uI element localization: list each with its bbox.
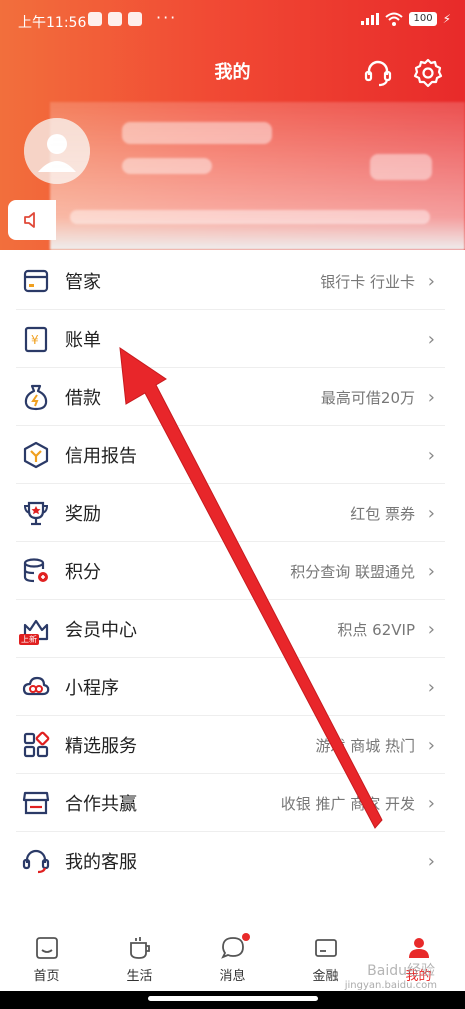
menu-item-detail: 积分查询 联盟通兑 [290,562,415,581]
menu-item-detail: 游戏 商城 热门 [315,736,415,755]
menu-item-detail: 收银 推广 商家 开发 [280,794,415,813]
chevron-right-icon: › [427,560,435,582]
signal-icon [361,13,380,25]
tab-home[interactable]: 首页 [0,925,93,991]
app-notification-icon [108,12,122,26]
cloud-icon [22,673,50,701]
menu-item-bill[interactable]: ¥ 账单 › [0,310,465,368]
menu-item-label: 会员中心 [65,620,137,641]
chevron-right-icon: › [427,386,435,408]
app-notification-icon [128,12,142,26]
shop-icon [22,789,50,817]
grid-icon [22,731,50,759]
chevron-right-icon: › [427,502,435,524]
menu-item-customer-service[interactable]: 我的客服 › [0,832,465,890]
wifi-icon [385,12,404,26]
menu-item-loan[interactable]: 借款 最高可借20万 › [0,368,465,426]
svg-text:¥: ¥ [31,333,39,347]
menu-item-butler[interactable]: 管家 银行卡 行业卡 › [0,252,465,310]
tab-label: 首页 [33,969,60,984]
chevron-right-icon: › [427,734,435,756]
settings-gear-icon[interactable] [412,57,444,89]
home-icon [35,937,58,959]
menu-item-label: 积分 [65,562,101,583]
chevron-right-icon: › [427,676,435,698]
chevron-right-icon: › [427,328,435,350]
watermark-url: jingyan.baidu.com [344,980,437,991]
points-icon [22,557,50,585]
menu-item-label: 信用报告 [65,446,137,467]
menu-item-detail: 银行卡 行业卡 [320,272,415,291]
system-nav-area [0,991,465,1009]
tab-label: 金融 [312,969,339,984]
bill-icon: ¥ [22,325,50,353]
menu-item-label: 奖励 [65,504,101,525]
battery-indicator: 100 [409,12,437,26]
menu-item-vip-center[interactable]: 上新 会员中心 积点 62VIP › [0,600,465,658]
menu-item-label: 管家 [65,272,101,293]
chevron-right-icon: › [427,850,435,872]
profile-header: 上午11:56 ··· 100 ⚡ 我的 [0,0,465,250]
menu-item-label: 借款 [65,388,101,409]
watermark: Baidu经验 [367,963,435,979]
status-bar: 上午11:56 ··· 100 ⚡ [0,8,465,34]
card-icon [22,267,50,295]
status-more-icon: ··· [156,8,178,27]
menu-item-credit-report[interactable]: 信用报告 › [0,426,465,484]
menu-list: 管家 银行卡 行业卡 › ¥ 账单 › 借款 最高可借20万 › 信用报告 › … [0,252,465,890]
speaker-icon [24,212,35,228]
menu-item-label: 合作共赢 [65,794,137,815]
tab-messages[interactable]: 消息 [186,925,279,991]
chevron-right-icon: › [427,618,435,640]
menu-item-detail: 积点 62VIP [337,620,415,639]
status-app-icons [88,12,142,26]
trophy-icon [22,499,50,527]
app-notification-icon [88,12,102,26]
menu-item-rewards[interactable]: 奖励 红包 票券 › [0,484,465,542]
chevron-right-icon: › [427,270,435,292]
vip-crown-icon: 上新 [19,615,50,645]
tab-life[interactable]: 生活 [93,925,186,991]
menu-item-mini-programs[interactable]: 小程序 › [0,658,465,716]
menu-item-points[interactable]: 积分 积分查询 联盟通兑 › [0,542,465,600]
status-time: 上午11:56 [18,15,87,31]
loan-bag-icon [22,383,50,411]
credit-report-icon [22,441,50,469]
menu-item-detail: 最高可借20万 [320,388,415,407]
tab-label: 生活 [126,969,153,984]
customer-service-icon[interactable] [362,57,394,89]
charging-icon: ⚡ [442,12,451,26]
menu-item-label: 小程序 [65,678,119,699]
chevron-right-icon: › [427,444,435,466]
new-badge: 上新 [19,634,39,645]
user-icon [408,938,429,958]
status-right: 100 ⚡ [361,12,451,26]
menu-item-label: 账单 [65,330,101,351]
menu-item-detail: 红包 票券 [350,504,415,523]
notice-bar[interactable] [8,200,56,240]
blurred-user-info [50,102,465,250]
menu-item-partnership[interactable]: 合作共赢 收银 推广 商家 开发 › [0,774,465,832]
headset-icon [22,847,50,875]
unread-dot [242,933,250,941]
menu-item-label: 我的客服 [65,852,137,873]
page-title: 我的 [214,62,251,83]
finance-icon [314,939,337,957]
menu-item-label: 精选服务 [65,736,137,757]
cup-icon [129,937,150,959]
tab-label: 消息 [219,969,246,984]
home-indicator[interactable] [148,996,318,1001]
chevron-right-icon: › [427,792,435,814]
menu-item-featured-services[interactable]: 精选服务 游戏 商城 热门 › [0,716,465,774]
